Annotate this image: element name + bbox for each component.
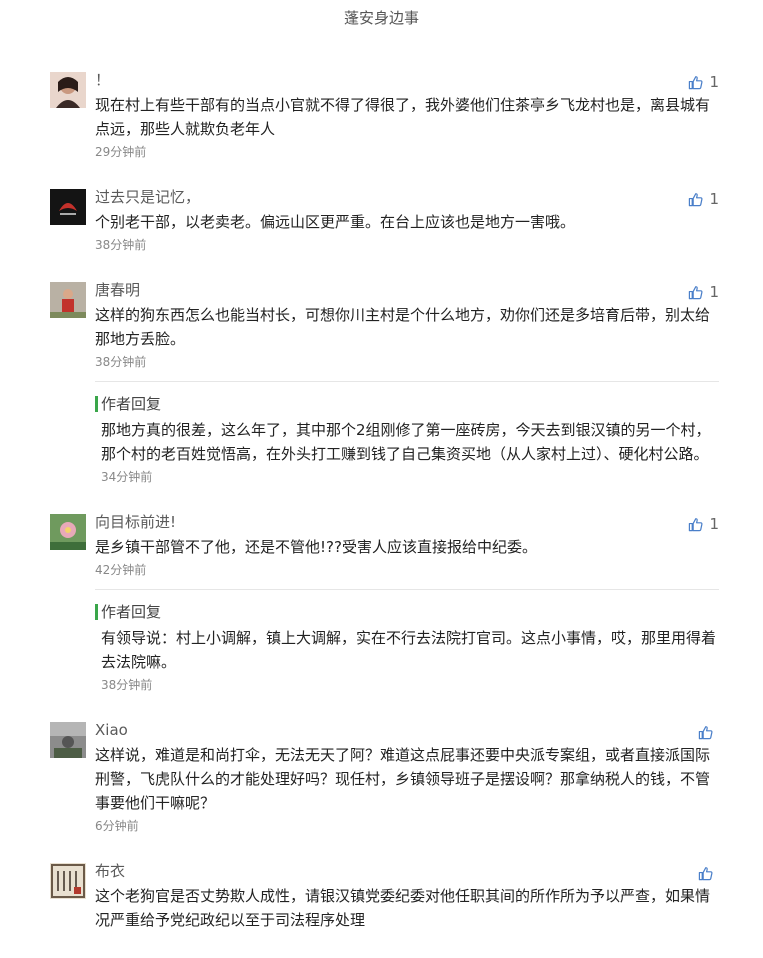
thumbs-up-icon xyxy=(688,285,703,300)
comment-text: 个别老干部，以老卖老。偏远山区更严重。在台上应该也是地方一害哦。 xyxy=(95,213,576,231)
thumbs-up-icon xyxy=(698,866,713,881)
page-header: 蓬安身边事 xyxy=(0,0,763,36)
comment-nickname[interactable]: Xiao xyxy=(95,720,719,740)
comment-time: 38分钟前 xyxy=(95,238,147,252)
comment-time: 29分钟前 xyxy=(95,145,147,159)
like-button[interactable] xyxy=(698,863,719,883)
comment-item: 过去只是记忆， 1 个别老干部，以老卖老。偏远山区更严重。在台上应该也是地方一害… xyxy=(0,187,763,254)
reply-accent-bar xyxy=(95,604,98,620)
like-button[interactable]: 1 xyxy=(688,514,719,534)
like-count: 1 xyxy=(709,283,719,301)
like-count: 1 xyxy=(709,190,719,208)
like-count: 1 xyxy=(709,73,719,91)
comment-time: 38分钟前 xyxy=(95,355,147,369)
author-reply-time: 34分钟前 xyxy=(101,470,153,484)
avatar[interactable] xyxy=(50,863,86,899)
like-button[interactable] xyxy=(698,722,719,742)
author-reply: 作者回复 那地方真的很差，这么年了，其中那个2组刚修了第一座砖房，今天去到银汉镇… xyxy=(95,381,719,486)
author-reply-tag: 作者回复 xyxy=(95,602,719,622)
author-reply-label: 作者回复 xyxy=(101,603,162,621)
comment-nickname[interactable]: 向目标前进! xyxy=(95,512,719,532)
avatar[interactable] xyxy=(50,72,86,108)
author-reply-tag: 作者回复 xyxy=(95,394,719,414)
like-count: 1 xyxy=(709,515,719,533)
thumbs-up-icon xyxy=(688,192,703,207)
comment-text: 这样说，难道是和尚打伞，无法无天了阿？难道这点屁事还要中央派专案组，或者直接派国… xyxy=(95,746,711,812)
comment-text: 现在村上有些干部有的当点小官就不得了得很了，我外婆他们住茶亭乡飞龙村也是，离县城… xyxy=(95,96,711,138)
comment-item: 布衣 这个老狗官是否丈势欺人成性，请银汉镇党委纪委对他任职其间的所作所为予以严查… xyxy=(0,861,763,932)
comment-text: 是乡镇干部管不了他，还是不管他!??受害人应该直接报给中纪委。 xyxy=(95,538,537,556)
thumbs-up-icon xyxy=(688,517,703,532)
comment-nickname[interactable]: 过去只是记忆， xyxy=(95,187,719,207)
comment-text: 这个老狗官是否丈势欺人成性，请银汉镇党委纪委对他任职其间的所作所为予以严查，如果… xyxy=(95,887,711,929)
comment-time: 42分钟前 xyxy=(95,563,147,577)
comment-item: 唐春明 1 这样的狗东西怎么也能当村长，可想你川主村是个什么地方，劝你们还是多培… xyxy=(0,280,763,486)
author-reply-text: 有领导说：村上小调解，镇上大调解，实在不行去法院打官司。这点小事情，哎，那里用得… xyxy=(101,629,717,671)
avatar[interactable] xyxy=(50,189,86,225)
comment-time: 6分钟前 xyxy=(95,819,139,833)
comment-nickname[interactable]: 唐春明 xyxy=(95,280,719,300)
author-reply-text: 那地方真的很差，这么年了，其中那个2组刚修了第一座砖房，今天去到银汉镇的另一个村… xyxy=(101,421,711,463)
comment-item: 向目标前进! 1 是乡镇干部管不了他，还是不管他!??受害人应该直接报给中纪委。… xyxy=(0,512,763,694)
like-button[interactable]: 1 xyxy=(688,189,719,209)
page-title: 蓬安身边事 xyxy=(343,9,419,27)
comment-list: ！ 1 现在村上有些干部有的当点小官就不得了得很了，我外婆他们住茶亭乡飞龙村也是… xyxy=(0,70,763,958)
reply-accent-bar xyxy=(95,396,98,412)
thumbs-up-icon xyxy=(688,75,703,90)
thumbs-up-icon xyxy=(698,725,713,740)
comment-nickname[interactable]: ！ xyxy=(95,70,719,90)
avatar[interactable] xyxy=(50,722,86,758)
author-reply: 作者回复 有领导说：村上小调解，镇上大调解，实在不行去法院打官司。这点小事情，哎… xyxy=(95,589,719,694)
like-button[interactable]: 1 xyxy=(688,282,719,302)
comment-item: ！ 1 现在村上有些干部有的当点小官就不得了得很了，我外婆他们住茶亭乡飞龙村也是… xyxy=(0,70,763,161)
like-button[interactable]: 1 xyxy=(688,72,719,92)
comment-nickname[interactable]: 布衣 xyxy=(95,861,719,881)
avatar[interactable] xyxy=(50,514,86,550)
avatar[interactable] xyxy=(50,282,86,318)
comment-item: Xiao 这样说，难道是和尚打伞，无法无天了阿？难道这点屁事还要中央派专案组，或… xyxy=(0,720,763,835)
author-reply-time: 38分钟前 xyxy=(101,678,153,692)
comment-text: 这样的狗东西怎么也能当村长，可想你川主村是个什么地方，劝你们还是多培育后带，别太… xyxy=(95,306,711,348)
author-reply-label: 作者回复 xyxy=(101,395,162,413)
